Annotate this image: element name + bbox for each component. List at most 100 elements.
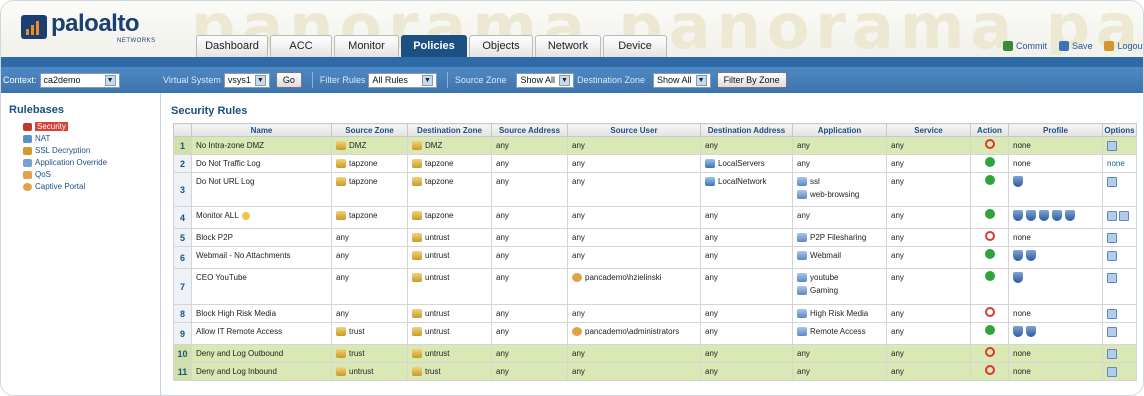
table-row[interactable]: 8 Block High Risk Media any untrust any any an… (173, 304, 1137, 323)
log-settings-icon[interactable] (1107, 232, 1117, 243)
vsys-value: vsys1 (227, 74, 251, 85)
sidebar-item-captive-portal[interactable]: Captive Portal (23, 181, 107, 192)
cell-value: none (1013, 157, 1098, 170)
cell-value: P2P Filesharing (797, 231, 882, 244)
rule-name-cell[interactable]: Allow IT Remote Access (191, 322, 332, 345)
security-profile-icon[interactable] (1013, 326, 1023, 337)
rule-name[interactable]: Do Not URL Log (196, 177, 254, 186)
tab-dashboard[interactable]: Dashboard (196, 35, 268, 57)
log-settings-icon[interactable] (1107, 308, 1117, 319)
schedule-icon[interactable] (1119, 210, 1129, 221)
table-row[interactable]: 2 Do Not Traffic Log tapzone tapzone any any L… (173, 154, 1137, 173)
table-row[interactable]: 5 Block P2P any untrust any any any P2P Filesha… (173, 228, 1137, 247)
cell-value: none (1013, 139, 1098, 152)
rule-name-cell[interactable]: CEO YouTube (191, 268, 332, 305)
table-row[interactable]: 1 No Intra-zone DMZ DMZ DMZ any any any any any n… (173, 136, 1137, 155)
security-profile-icon[interactable] (1013, 210, 1023, 221)
rule-name[interactable]: No Intra-zone DMZ (196, 141, 264, 150)
rule-name[interactable]: Block P2P (196, 233, 233, 242)
table-row[interactable]: 7 CEO YouTube any untrust any pancademo\hziel… (173, 268, 1137, 305)
options-cell (1102, 268, 1137, 305)
save-link[interactable]: Save (1058, 41, 1092, 51)
tab-device[interactable]: Device (603, 35, 667, 57)
source-zone-select[interactable]: Show All ▼ (516, 72, 574, 88)
cell-text: any (336, 309, 349, 318)
table-row[interactable]: 3 Do Not URL Log tapzone tapzone any any Local… (173, 172, 1137, 207)
rule-name-cell[interactable]: No Intra-zone DMZ (191, 136, 332, 155)
destination-zone-select[interactable]: Show All ▼ (653, 72, 711, 88)
column-header[interactable]: Source Zone (331, 123, 408, 137)
column-header[interactable]: Options (1102, 123, 1137, 137)
sidebar-item-application-override[interactable]: Application Override (23, 157, 107, 168)
table-row[interactable]: 11 Deny and Log Inbound untrust trust any any… (173, 362, 1137, 381)
tab-objects[interactable]: Objects (469, 35, 533, 57)
tab-network[interactable]: Network (535, 35, 601, 57)
rule-name-cell[interactable]: Block High Risk Media (191, 304, 332, 323)
sidebar-item-ssl-decryption[interactable]: SSL Decryption (23, 145, 107, 156)
log-settings-icon[interactable] (1107, 140, 1117, 151)
tab-policies[interactable]: Policies (401, 35, 467, 57)
rule-name-cell[interactable]: Webmail - No Attachments (191, 246, 332, 269)
user-icon (572, 327, 582, 336)
rule-name[interactable]: Block High Risk Media (196, 309, 276, 318)
security-profile-icon[interactable] (1052, 210, 1062, 221)
table-row[interactable]: 9 Allow IT Remote Access trust untrust any pa… (173, 322, 1137, 345)
table-row[interactable]: 10 Deny and Log Outbound trust untrust any an… (173, 344, 1137, 363)
logout-link[interactable]: Logout (1104, 41, 1143, 51)
rule-name[interactable]: Webmail - No Attachments (196, 251, 291, 260)
rule-name[interactable]: Allow IT Remote Access (196, 327, 282, 336)
log-settings-icon[interactable] (1107, 210, 1117, 221)
rule-name-cell[interactable]: Block P2P (191, 228, 332, 247)
security-profile-icon[interactable] (1013, 272, 1023, 283)
log-settings-icon[interactable] (1107, 176, 1117, 187)
vsys-select[interactable]: vsys1 ▼ (223, 72, 270, 88)
rule-name-cell[interactable]: Do Not Traffic Log (191, 154, 332, 173)
column-header[interactable]: Application (792, 123, 887, 137)
security-profile-icon[interactable] (1026, 326, 1036, 337)
table-row[interactable]: 4 Monitor ALL tapzone tapzone any any any any an… (173, 206, 1137, 229)
security-profile-icon[interactable] (1013, 176, 1023, 187)
column-header[interactable]: Action (970, 123, 1009, 137)
filter-rules-select[interactable]: All Rules ▼ (368, 72, 437, 88)
log-settings-icon[interactable] (1107, 348, 1117, 359)
filter-by-zone-button[interactable]: Filter By Zone (716, 72, 787, 88)
go-button[interactable]: Go (275, 72, 302, 88)
cell-value: CEO YouTube (196, 271, 327, 284)
security-profile-icon[interactable] (1065, 210, 1075, 221)
context-select[interactable]: ca2demo ▼ (39, 72, 120, 88)
rule-name-cell[interactable]: Deny and Log Inbound (191, 362, 332, 381)
column-header[interactable]: Destination Address (700, 123, 793, 137)
rule-name[interactable]: CEO YouTube (196, 273, 247, 282)
log-settings-icon[interactable] (1107, 366, 1117, 377)
rule-name-cell[interactable]: Monitor ALL (191, 206, 332, 229)
sidebar-item-qos[interactable]: QoS (23, 169, 107, 180)
column-header[interactable]: Profile (1008, 123, 1103, 137)
log-settings-icon[interactable] (1107, 326, 1117, 337)
tab-monitor[interactable]: Monitor (334, 35, 399, 57)
column-header[interactable]: Source User (567, 123, 701, 137)
commit-link[interactable]: Commit (1002, 41, 1047, 51)
rule-name[interactable]: Deny and Log Outbound (196, 349, 283, 358)
column-header[interactable] (173, 123, 192, 137)
column-header[interactable]: Destination Zone (407, 123, 492, 137)
rule-name[interactable]: Deny and Log Inbound (196, 367, 277, 376)
tab-acc[interactable]: ACC (270, 35, 332, 57)
rule-name-cell[interactable]: Do Not URL Log (191, 172, 332, 207)
sidebar-item-security[interactable]: Security (23, 121, 107, 132)
security-profile-icon[interactable] (1039, 210, 1049, 221)
log-settings-icon[interactable] (1107, 272, 1117, 283)
options-link[interactable]: none (1107, 159, 1125, 168)
column-header[interactable]: Name (191, 123, 332, 137)
security-profile-icon[interactable] (1013, 250, 1023, 261)
column-header[interactable]: Service (886, 123, 971, 137)
security-profile-icon[interactable] (1026, 250, 1036, 261)
column-header[interactable]: Source Address (491, 123, 568, 137)
sidebar-item-nat[interactable]: NAT (23, 133, 107, 144)
cell-value: Gaming (797, 284, 882, 297)
rule-name[interactable]: Monitor ALL (196, 211, 239, 220)
table-row[interactable]: 6 Webmail - No Attachments any untrust any an… (173, 246, 1137, 269)
rule-name-cell[interactable]: Deny and Log Outbound (191, 344, 332, 363)
rule-name[interactable]: Do Not Traffic Log (196, 159, 260, 168)
log-settings-icon[interactable] (1107, 250, 1117, 261)
security-profile-icon[interactable] (1026, 210, 1036, 221)
